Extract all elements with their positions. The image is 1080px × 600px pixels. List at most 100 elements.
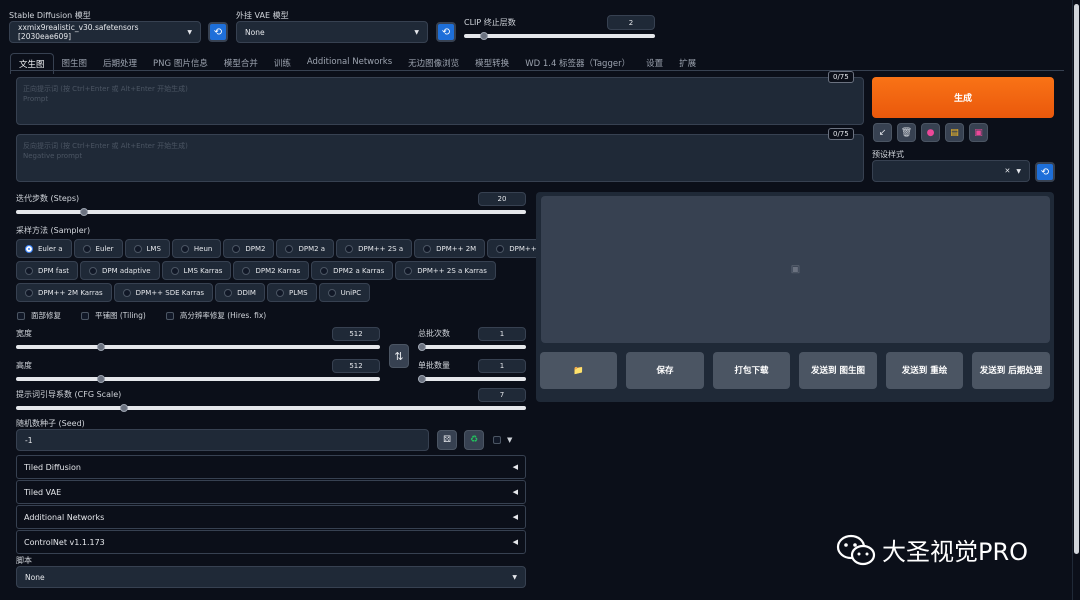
steps-slider[interactable] bbox=[16, 208, 526, 216]
accordion-title: Additional Networks bbox=[24, 512, 105, 522]
refresh-icon: ⟲ bbox=[441, 26, 451, 38]
accordion-additional-networks[interactable]: Additional Networks ◀ bbox=[16, 505, 526, 529]
cfg-value[interactable]: 7 bbox=[478, 388, 526, 402]
zip-download-button[interactable]: 打包下载 bbox=[713, 352, 790, 389]
width-value[interactable]: 512 bbox=[332, 327, 380, 341]
sampler-option-label: DPM++ 2S a bbox=[358, 244, 404, 253]
height-slider-thumb[interactable] bbox=[97, 375, 105, 383]
sampler-option[interactable]: Euler a bbox=[16, 239, 72, 258]
accordion-title: Tiled Diffusion bbox=[24, 462, 81, 472]
batch-count-slider-thumb[interactable] bbox=[418, 343, 426, 351]
accordion-tiled-vae[interactable]: Tiled VAE ◀ bbox=[16, 480, 526, 504]
seed-label: 随机数种子 (Seed) bbox=[16, 419, 85, 428]
extra-seed-checkbox[interactable]: ▼ bbox=[493, 436, 512, 444]
steps-slider-thumb[interactable] bbox=[80, 208, 88, 216]
preset-select[interactable]: ✕ ▼ bbox=[872, 160, 1030, 182]
cfg-slider[interactable] bbox=[16, 404, 526, 412]
sampler-option[interactable]: DPM2 bbox=[223, 239, 275, 258]
refresh-styles-button[interactable]: ⟲ bbox=[1035, 162, 1055, 182]
radio-dot bbox=[25, 244, 33, 253]
sampler-option[interactable]: DPM++ 2M bbox=[414, 239, 486, 258]
height-slider[interactable] bbox=[16, 375, 380, 383]
output-buttons: 📁 保存 打包下载 发送到 图生图 发送到 重绘 发送到 后期处理 bbox=[540, 352, 1050, 389]
script-select[interactable]: None ▼ bbox=[16, 566, 526, 588]
steps-value[interactable]: 20 bbox=[478, 192, 526, 206]
reuse-seed-button[interactable]: ♻ bbox=[464, 430, 484, 450]
tab-divider bbox=[10, 70, 1064, 71]
sampler-option-label: Euler a bbox=[38, 244, 63, 253]
sampler-option[interactable]: DPM fast bbox=[16, 261, 79, 280]
sampler-option[interactable]: UniPC bbox=[318, 283, 371, 302]
accordion-title: Tiled VAE bbox=[24, 487, 62, 497]
batch-count-value[interactable]: 1 bbox=[478, 327, 526, 341]
clear-icon[interactable]: ✕ bbox=[1005, 167, 1011, 175]
prompt-input[interactable]: 正向提示词 (按 Ctrl+Enter 或 Alt+Enter 开始生成) Pr… bbox=[16, 77, 864, 125]
clip-slider-thumb[interactable] bbox=[480, 32, 488, 40]
accordion-tiled-diffusion[interactable]: Tiled Diffusion ◀ bbox=[16, 455, 526, 479]
send-to-inpaint-button[interactable]: 发送到 重绘 bbox=[886, 352, 963, 389]
batch-count-slider[interactable] bbox=[418, 343, 526, 351]
clear-prompt-button[interactable]: 🗑 bbox=[897, 123, 916, 142]
sampler-option[interactable]: DDIM bbox=[215, 283, 265, 302]
sampler-option[interactable]: DPM++ SDE Karras bbox=[113, 283, 214, 302]
model-select[interactable]: xxmix9realistic_v30.safetensors [2030eae… bbox=[9, 21, 201, 43]
triangle-left-icon: ◀ bbox=[512, 513, 518, 521]
output-gallery[interactable]: ▣ bbox=[541, 196, 1050, 343]
radio-dot bbox=[25, 288, 33, 297]
extra-networks-button[interactable]: ● bbox=[921, 123, 940, 142]
checkbox-box[interactable] bbox=[493, 436, 501, 444]
swap-icon: ⇅ bbox=[394, 349, 404, 363]
width-slider[interactable] bbox=[16, 343, 380, 351]
send-to-img2img-button[interactable]: 发送到 图生图 bbox=[799, 352, 877, 389]
send-to-extras-button[interactable]: 发送到 后期处理 bbox=[972, 352, 1050, 389]
swap-dimensions-button[interactable]: ⇅ bbox=[389, 344, 409, 368]
sampler-option[interactable]: DPM++ 2S a Karras bbox=[395, 261, 496, 280]
accordion-controlnet[interactable]: ControlNet v1.1.173 ◀ bbox=[16, 530, 526, 554]
sampler-option-label: UniPC bbox=[340, 288, 362, 297]
save-button[interactable]: 保存 bbox=[626, 352, 704, 389]
seed-input[interactable]: -1 bbox=[16, 429, 429, 451]
hires-fix-checkbox[interactable]: 高分辨率修复 (Hires. fix) bbox=[165, 310, 266, 321]
sampler-option[interactable]: Heun bbox=[171, 239, 222, 258]
batch-size-label: 单批数量 bbox=[418, 361, 450, 370]
sampler-option[interactable]: DPM adaptive bbox=[80, 261, 160, 280]
sampler-option[interactable]: DPM2 Karras bbox=[233, 261, 310, 280]
sampler-option[interactable]: LMS bbox=[124, 239, 170, 258]
refresh-model-button[interactable]: ⟲ bbox=[208, 22, 228, 42]
checkbox-box[interactable] bbox=[165, 311, 174, 320]
restore-faces-checkbox[interactable]: 面部修复 bbox=[17, 310, 61, 321]
save-style-button[interactable]: ▣ bbox=[969, 123, 988, 142]
random-seed-button[interactable]: ⚄ bbox=[437, 430, 457, 450]
negative-prompt-input[interactable]: 反向提示词 (按 Ctrl+Enter 或 Alt+Enter 开始生成) Ne… bbox=[16, 134, 864, 182]
vae-label: 外挂 VAE 模型 bbox=[236, 11, 289, 20]
sampler-option[interactable]: Euler bbox=[73, 239, 123, 258]
clip-slider[interactable] bbox=[464, 32, 655, 40]
apply-style-button[interactable]: ▤ bbox=[945, 123, 964, 142]
prompt-placeholder-en: Prompt bbox=[23, 95, 49, 103]
generate-button[interactable]: 生成 bbox=[872, 77, 1054, 118]
batch-size-value[interactable]: 1 bbox=[478, 359, 526, 373]
sampler-option[interactable]: DPM2 a bbox=[276, 239, 335, 258]
page-scrollbar[interactable] bbox=[1072, 0, 1080, 600]
sampler-option[interactable]: DPM++ 2S a bbox=[336, 239, 413, 258]
checkbox-box[interactable] bbox=[17, 311, 25, 320]
batch-size-slider-thumb[interactable] bbox=[418, 375, 426, 383]
batch-size-slider[interactable] bbox=[418, 375, 526, 383]
sampler-option[interactable]: LMS Karras bbox=[161, 261, 232, 280]
tiling-checkbox[interactable]: 平铺图 (Tiling) bbox=[81, 310, 146, 321]
width-slider-thumb[interactable] bbox=[97, 343, 105, 351]
cfg-slider-thumb[interactable] bbox=[120, 404, 128, 412]
height-value[interactable]: 512 bbox=[332, 359, 380, 373]
scrollbar-thumb[interactable] bbox=[1074, 4, 1079, 554]
refresh-vae-button[interactable]: ⟲ bbox=[436, 22, 456, 42]
sampler-option[interactable]: PLMS bbox=[266, 283, 317, 302]
read-params-button[interactable]: ↙ bbox=[873, 123, 892, 142]
checkbox-box[interactable] bbox=[81, 311, 89, 320]
vae-select[interactable]: None ▼ bbox=[236, 21, 428, 43]
radio-dot bbox=[423, 244, 432, 253]
clip-value[interactable]: 2 bbox=[607, 15, 655, 30]
sampler-option[interactable]: DPM++ 2M Karras bbox=[16, 283, 112, 302]
sampler-option-label: LMS bbox=[146, 244, 161, 253]
open-folder-button[interactable]: 📁 bbox=[540, 352, 617, 389]
sampler-option[interactable]: DPM2 a Karras bbox=[311, 261, 394, 280]
